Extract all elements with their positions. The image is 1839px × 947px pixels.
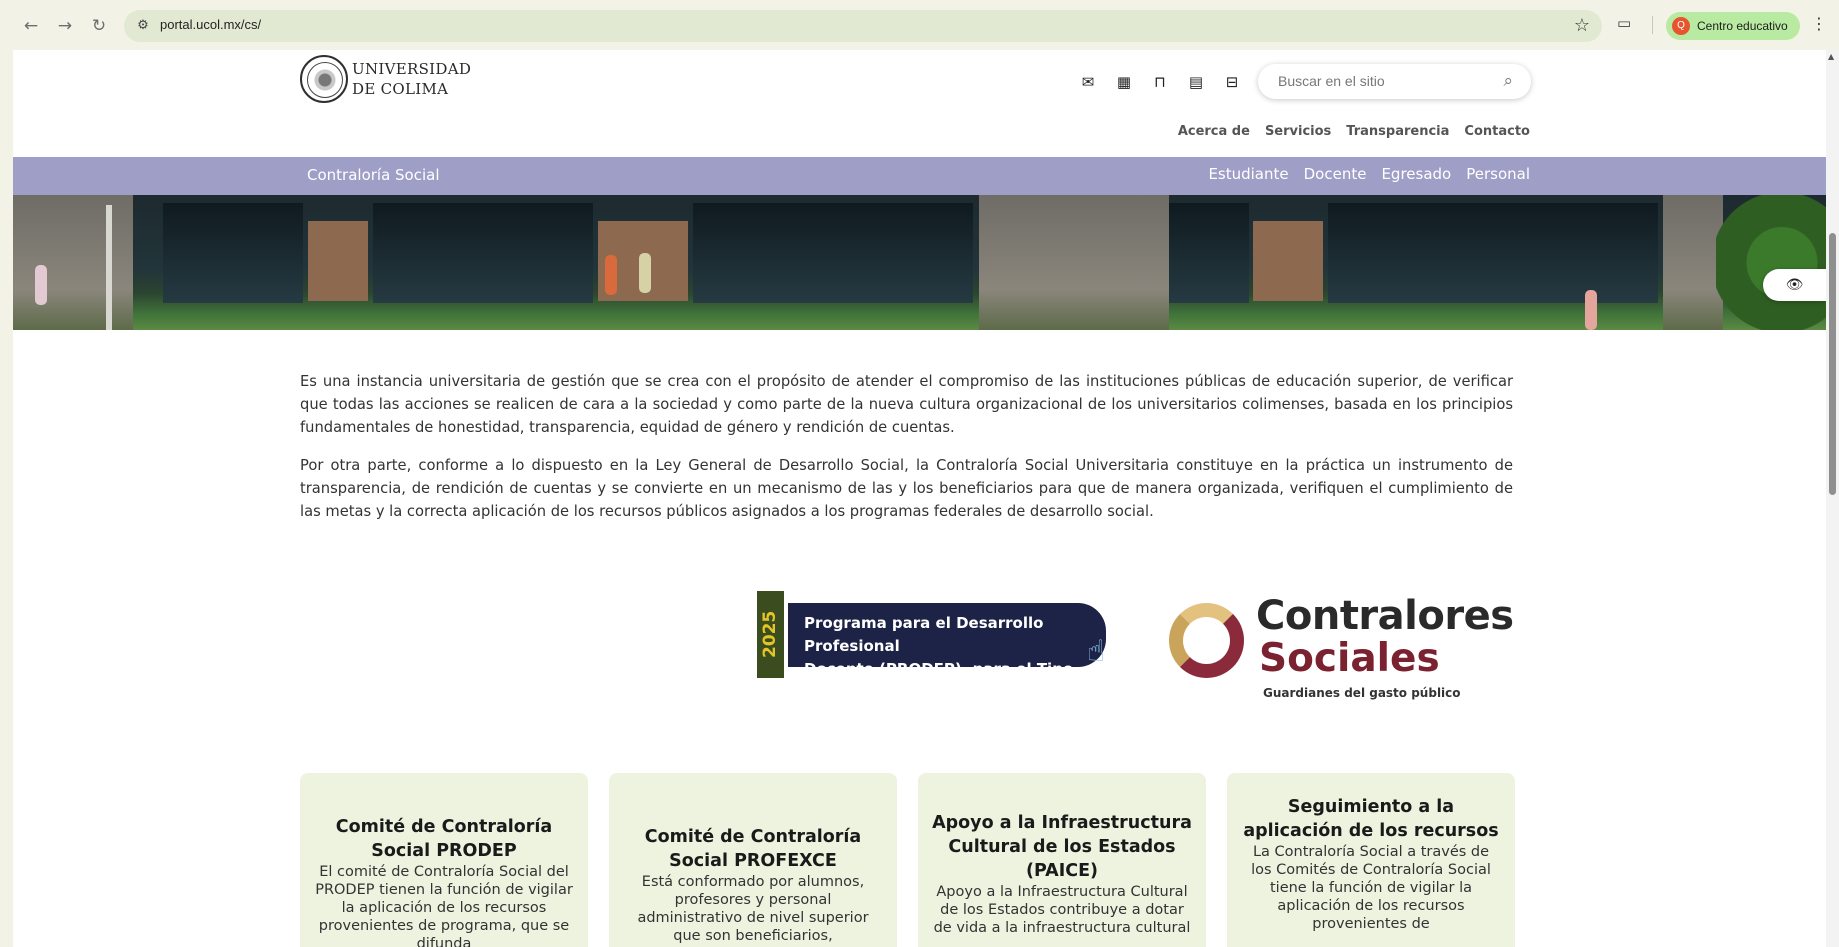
logo-line-1: UNIVERSIDAD xyxy=(352,60,472,78)
card-profexce[interactable]: Comité de Contraloría Social PROFEXCE Es… xyxy=(609,773,897,947)
forward-arrow-icon[interactable]: → xyxy=(52,13,78,39)
audience-egresado[interactable]: Egresado xyxy=(1381,165,1451,183)
audience-personal[interactable]: Personal xyxy=(1466,165,1530,183)
scrollbar-thumb[interactable] xyxy=(1829,233,1836,495)
prodep-year: 2025 xyxy=(757,591,784,678)
page-viewport: UNIVERSIDAD DE COLIMA ✉ ▦ ⊓ ▤ ⊟ Buscar e… xyxy=(13,50,1826,947)
shopping-bag-icon[interactable]: ⊓ xyxy=(1150,72,1170,92)
card-title: Comité de Contraloría Social PRODEP xyxy=(335,817,553,861)
page-scrollbar[interactable]: ▲ xyxy=(1826,50,1839,947)
hero-photo xyxy=(13,195,1826,330)
contralores-sociales-banner[interactable]: Contralores Sociales Guardianes del gast… xyxy=(1159,593,1519,703)
pointer-hand-icon: ☝ xyxy=(1087,634,1106,669)
scroll-up-arrow-icon[interactable]: ▲ xyxy=(1828,52,1834,61)
prodep-line-1: Programa para el Desarrollo Profesional xyxy=(804,614,1044,655)
url-text[interactable]: portal.ucol.mx/cs/ xyxy=(160,17,261,32)
card-seguimiento[interactable]: Seguimiento a la aplicación de los recur… xyxy=(1227,773,1515,947)
calendar-icon[interactable]: ▦ xyxy=(1114,72,1134,92)
kebab-menu-icon[interactable]: ⋮ xyxy=(1811,14,1827,33)
audience-menu: Estudiante Docente Egresado Personal xyxy=(1208,165,1530,183)
browser-toolbar: ← → ↻ ⚙ portal.ucol.mx/cs/ ☆ ▭ Q Centro … xyxy=(0,0,1839,50)
card-text: El comité de Contraloría Social del PROD… xyxy=(315,864,573,947)
avatar: Q xyxy=(1672,17,1690,35)
card-title: Apoyo a la Infraestructura Cultural de l… xyxy=(932,813,1192,881)
profile-button[interactable]: Q Centro educativo xyxy=(1666,12,1800,40)
prodep-banner[interactable]: 2025 Programa para el Desarrollo Profesi… xyxy=(757,586,1137,701)
university-seal-icon xyxy=(300,55,348,103)
quick-links: ✉ ▦ ⊓ ▤ ⊟ xyxy=(1078,72,1242,92)
prodep-line-2: Docente (PRODEP), para el Tipo Superior xyxy=(804,660,1074,701)
menu-servicios[interactable]: Servicios xyxy=(1265,124,1331,139)
search-input[interactable]: Buscar en el sitio xyxy=(1278,73,1385,89)
audience-docente[interactable]: Docente xyxy=(1304,165,1367,183)
accessibility-eye-icon[interactable]: 👁 xyxy=(1763,269,1826,301)
top-menu: Acerca de Servicios Transparencia Contac… xyxy=(1178,124,1530,139)
card-prodep[interactable]: Comité de Contraloría Social PRODEP El c… xyxy=(300,773,588,947)
contralores-line-2: Sociales xyxy=(1259,636,1440,681)
reload-icon[interactable]: ↻ xyxy=(86,13,112,39)
audience-estudiante[interactable]: Estudiante xyxy=(1208,165,1288,183)
toolbar-divider xyxy=(1652,16,1653,34)
menu-acerca-de[interactable]: Acerca de xyxy=(1178,124,1250,139)
briefcase-icon[interactable]: ⊟ xyxy=(1222,72,1242,92)
logo-line-2: DE COLIMA xyxy=(352,80,449,98)
intro-text: Es una instancia universitaria de gestió… xyxy=(300,370,1513,538)
section-band: Contraloría Social Estudiante Docente Eg… xyxy=(13,157,1826,195)
intro-paragraph-1: Es una instancia universitaria de gestió… xyxy=(300,373,1513,436)
card-text: La Contraloría Social a través de los Co… xyxy=(1251,844,1491,932)
card-text: Está conformado por alumnos, profesores … xyxy=(637,874,869,944)
card-title: Comité de Contraloría Social PROFEXCE xyxy=(644,827,862,871)
intro-paragraph-2: Por otra parte, conforme a lo dispuesto … xyxy=(300,457,1513,520)
address-bar[interactable]: ⚙ portal.ucol.mx/cs/ ☆ xyxy=(124,10,1602,42)
card-title: Seguimiento a la aplicación de los recur… xyxy=(1243,797,1499,841)
card-text: Apoyo a la Infraestructura Cultural de l… xyxy=(933,884,1191,936)
mail-icon[interactable]: ✉ xyxy=(1078,72,1098,92)
menu-contacto[interactable]: Contacto xyxy=(1464,124,1530,139)
menu-transparencia[interactable]: Transparencia xyxy=(1346,124,1449,139)
cast-icon[interactable]: ▭ xyxy=(1617,14,1631,32)
search-icon[interactable]: ⌕ xyxy=(1503,71,1513,91)
back-arrow-icon[interactable]: ← xyxy=(18,13,44,39)
university-logo[interactable]: UNIVERSIDAD DE COLIMA xyxy=(300,55,471,103)
contralores-tagline: Guardianes del gasto público xyxy=(1263,686,1461,700)
site-settings-icon[interactable]: ⚙ xyxy=(134,17,152,35)
site-search[interactable]: Buscar en el sitio ⌕ xyxy=(1258,64,1531,99)
profile-label: Centro educativo xyxy=(1697,19,1788,33)
section-title[interactable]: Contraloría Social xyxy=(307,166,440,184)
card-paice[interactable]: Apoyo a la Infraestructura Cultural de l… xyxy=(918,773,1206,947)
contralores-line-1: Contralores xyxy=(1256,593,1514,639)
bookmark-star-icon[interactable]: ☆ xyxy=(1574,15,1590,36)
news-icon[interactable]: ▤ xyxy=(1186,72,1206,92)
contralores-logo-icon xyxy=(1169,603,1244,678)
